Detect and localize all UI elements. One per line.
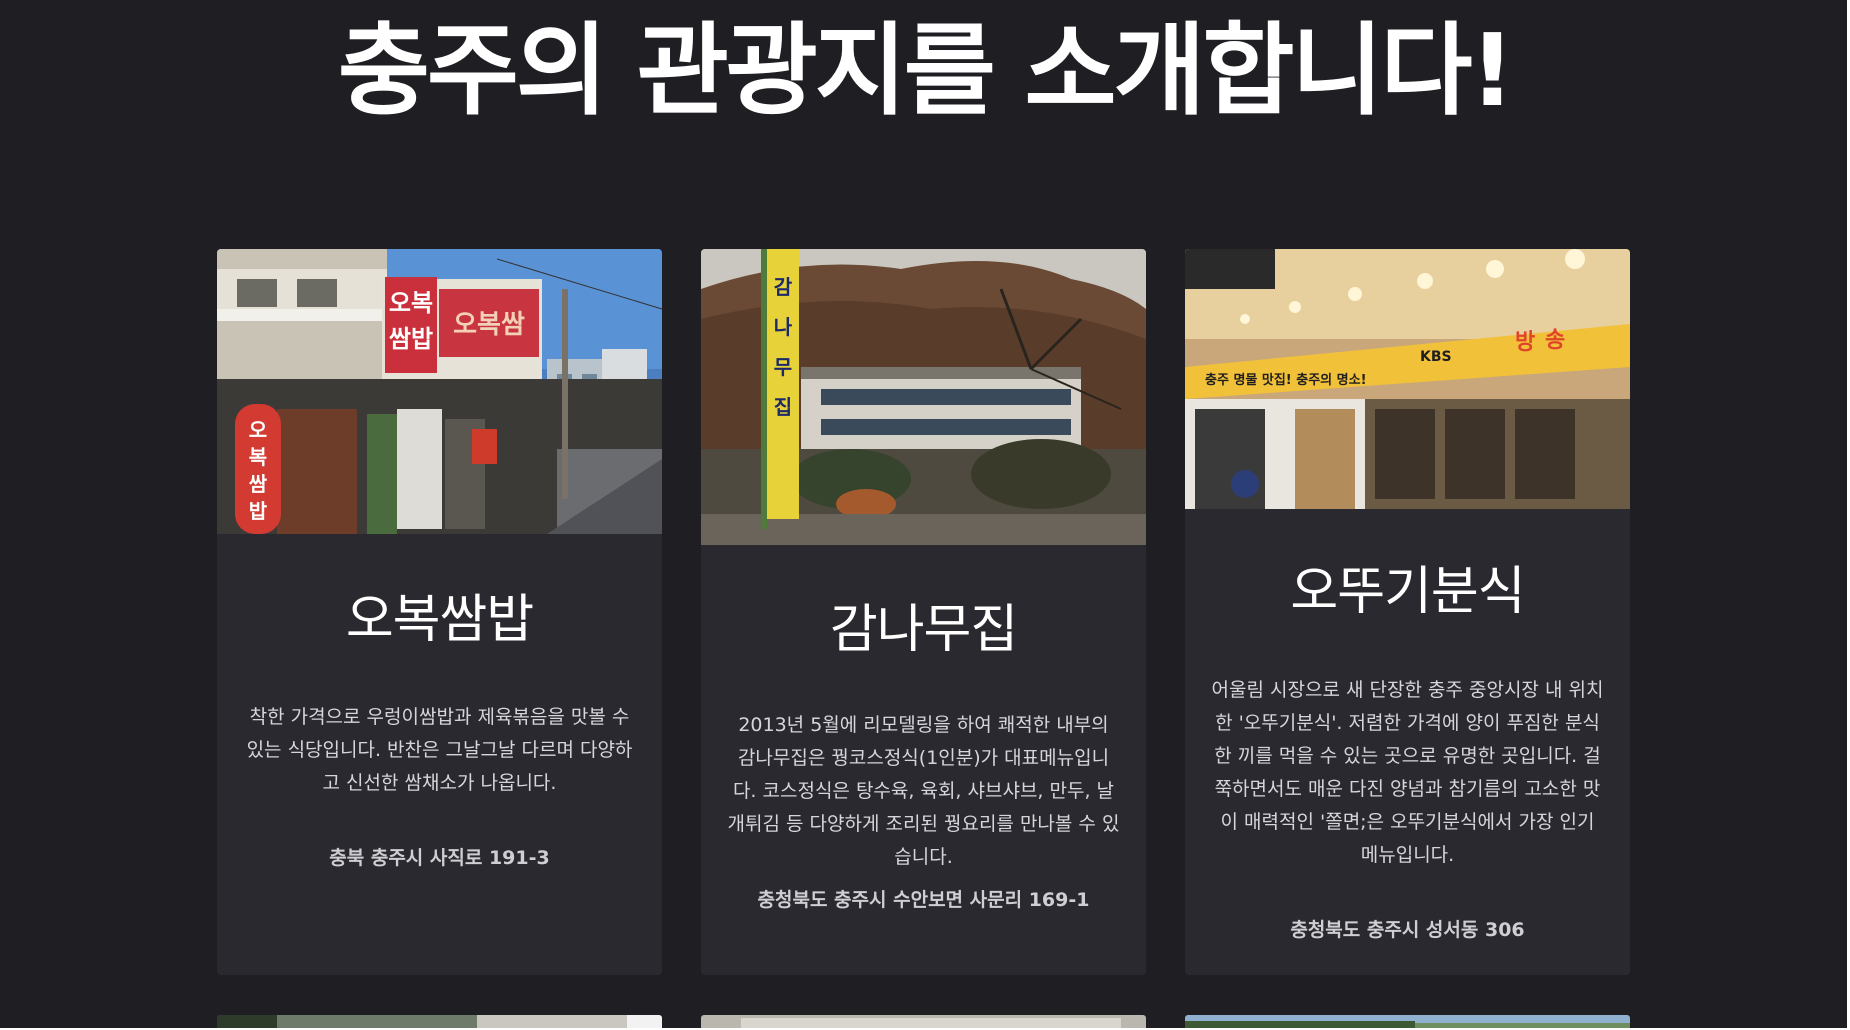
svg-text:오: 오 <box>249 418 267 442</box>
svg-text:감: 감 <box>774 275 793 299</box>
place-card-obok[interactable]: 오복 쌈밥 오복쌈 오 복 쌈 밥 오복쌈밥 착한 가격으로 우렁이쌈밥과 제육… <box>217 249 662 975</box>
place-name: 감나무집 <box>829 600 1018 660</box>
svg-text:충주 명물 맛집! 충주의 명소!: 충주 명물 맛집! 충주의 명소! <box>1205 372 1367 388</box>
place-name: 오뚜기분식 <box>1290 562 1525 622</box>
restaurant-photo-image: 충주 명물 맛집! 충주의 명소! KBS 방 송 <box>1185 249 1630 509</box>
svg-text:쌈밥: 쌈밥 <box>389 325 433 353</box>
restaurant-photo-image: 오복 쌈밥 오복쌈 오 복 쌈 밥 <box>217 249 662 534</box>
svg-text:KBS: KBS <box>1420 349 1452 365</box>
svg-text:쌈: 쌈 <box>249 472 268 496</box>
place-photo: 감 나 무 집 <box>701 249 1146 545</box>
place-card-gamnamu[interactable]: 감 나 무 집 감나무집 2013년 5월에 리모델링을 하여 쾌적한 내부의 … <box>701 249 1146 975</box>
svg-text:나: 나 <box>774 315 793 339</box>
place-description: 2013년 5월에 리모델링을 하여 쾌적한 내부의 감나무집은 꿩코스정식(1… <box>727 714 1120 868</box>
place-description: 어울림 시장으로 새 단장한 충주 중앙시장 내 위치한 '오뚜기분식'. 저렴… <box>1211 679 1604 866</box>
svg-text:방: 방 <box>1515 330 1535 355</box>
place-card-ottugi[interactable]: 충주 명물 맛집! 충주의 명소! KBS 방 송 오뚜기분식 어울림 시장으로… <box>1185 249 1630 975</box>
place-name: 오복쌈밥 <box>345 590 534 650</box>
place-photo: 충주 명물 맛집! 충주의 명소! KBS 방 송 <box>1185 249 1630 509</box>
place-address: 충청북도 충주시 수안보면 사문리 169-1 <box>757 889 1090 911</box>
svg-text:오복: 오복 <box>389 289 433 317</box>
place-description: 착한 가격으로 우렁이쌈밥과 제육볶음을 맛볼 수 있는 식당입니다. 반찬은 … <box>246 706 633 794</box>
restaurant-photo-image: 감 나 무 집 <box>701 249 1146 545</box>
svg-text:집: 집 <box>774 395 792 419</box>
svg-text:무: 무 <box>774 355 792 379</box>
place-address: 충청북도 충주시 성서동 306 <box>1290 919 1525 941</box>
place-address: 충북 충주시 사직로 191-3 <box>329 847 550 869</box>
place-photo: 오복 쌈밥 오복쌈 오 복 쌈 밥 <box>217 249 662 534</box>
svg-text:밥: 밥 <box>249 499 268 523</box>
svg-text:송: 송 <box>1545 328 1565 353</box>
page-title: 충주의 관광지를 소개합니다! <box>337 12 1515 129</box>
page-frame: 충주의 관광지를 소개합니다! 오복 쌈밥 오복쌈 오 복 쌈 밥 오복쌈밥 착… <box>0 0 1850 1030</box>
svg-text:오복쌈: 오복쌈 <box>453 310 525 340</box>
svg-text:복: 복 <box>249 445 267 469</box>
